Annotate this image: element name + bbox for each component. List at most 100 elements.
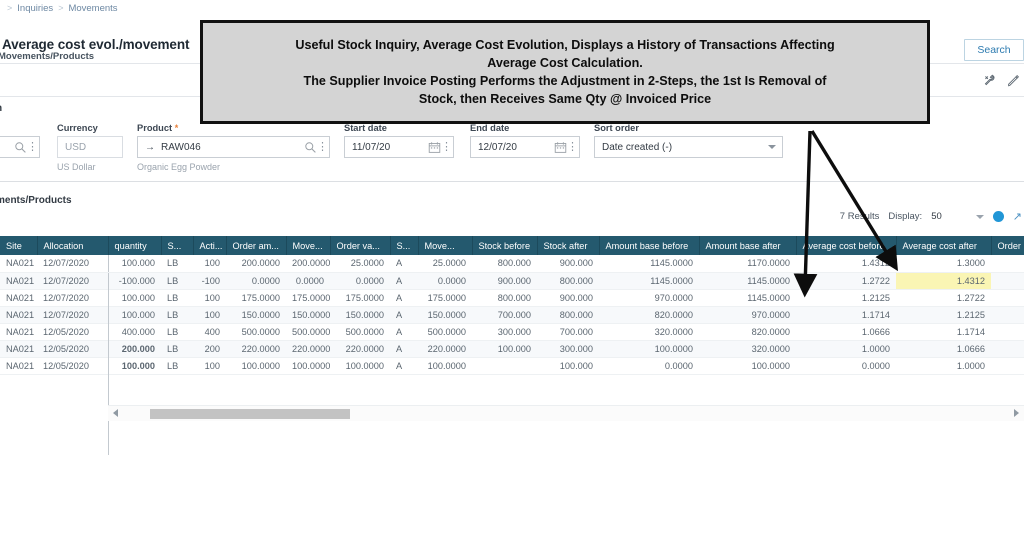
breadcrumb-item-inquiries[interactable]: Inquiries — [17, 3, 53, 14]
col-order-price[interactable]: Order price — [991, 236, 1024, 255]
table-row[interactable]: NA021 12/05/2020 200.000 LB 200 220.0000 220.0… — [0, 340, 1024, 358]
cell-avg-cost-after: 1.4312 — [896, 272, 991, 290]
col-movement-2[interactable]: Move... — [418, 236, 473, 255]
col-site[interactable]: Site — [0, 236, 38, 255]
col-amount-base-before[interactable]: Amount base before — [599, 236, 700, 255]
table-row[interactable]: NA021 12/07/2020 100.000 LB 100 175.0000 175.0… — [0, 289, 1024, 307]
cell-stock-after: 800.000 — [537, 306, 599, 324]
search-icon[interactable] — [14, 141, 27, 154]
field-product-menu-icon[interactable]: ⋮ — [317, 141, 328, 152]
pencil-icon[interactable] — [1007, 74, 1020, 87]
annotation-line-4: Stock, then Receives Same Qty @ Invoiced… — [418, 92, 712, 107]
table-row[interactable]: NA021 12/05/2020 100.000 LB 100 100.0000 100.0… — [0, 357, 1024, 375]
col-action[interactable]: Acti... — [193, 236, 227, 255]
scroll-right-arrow-icon[interactable] — [1014, 409, 1019, 417]
col-order-amount[interactable]: Order am... — [226, 236, 287, 255]
cell-amount-base-after: 1145.0000 — [699, 272, 796, 290]
cell-order-amount: 0.0000 — [226, 272, 286, 290]
cell-status: A — [390, 323, 418, 341]
calendar-icon[interactable] — [554, 141, 567, 154]
results-summary-bar: 7 Results Display: 50 ↗ — [840, 210, 1022, 223]
field-end-date-menu-icon[interactable]: ⋮ — [567, 141, 578, 152]
search-button[interactable]: Search — [964, 39, 1024, 61]
col-stock-after[interactable]: Stock after — [537, 236, 600, 255]
col-average-cost-after[interactable]: Average cost after — [896, 236, 992, 255]
cell-avg-cost-before: 1.1714 — [796, 306, 896, 324]
col-order-value[interactable]: Order va... — [330, 236, 391, 255]
field-partial-left-menu-icon[interactable]: ⋮ — [27, 141, 38, 152]
cell-avg-cost-before: 1.2125 — [796, 289, 896, 307]
field-currency: Currency USD US Dollar — [57, 123, 123, 172]
cell-order-value: 0.0000 — [330, 272, 390, 290]
table-row[interactable]: NA021 12/05/2020 400.000 LB 400 500.0000 500.0… — [0, 323, 1024, 341]
cell-movement2: 25.0000 — [418, 255, 472, 273]
cell-movement: 100.0000 — [286, 357, 330, 375]
cell-unit: LB — [161, 340, 193, 358]
col-average-cost-before[interactable]: Average cost before — [796, 236, 897, 255]
table-header-row: Site Allocation quantity S... Acti... Or… — [0, 236, 1024, 255]
cell-avg-cost-before: 1.0666 — [796, 323, 896, 341]
field-start-date-control[interactable]: 11/07/20 ⋮ — [344, 136, 454, 158]
wrench-icon[interactable] — [983, 74, 996, 87]
chevron-down-icon[interactable] — [768, 145, 776, 149]
cell-movement2: 175.0000 — [418, 289, 472, 307]
cell-amount-base-before: 1145.0000 — [599, 272, 699, 290]
cell-movement2: 0.0000 — [418, 272, 472, 290]
cell-site: NA021 — [0, 289, 37, 307]
cell-avg-cost-after: 1.0000 — [896, 357, 991, 375]
chevron-down-icon[interactable] — [975, 214, 984, 219]
field-end-date: End date 12/07/20 ⋮ — [470, 123, 580, 158]
field-currency-value: USD — [65, 141, 87, 153]
scroll-left-arrow-icon[interactable] — [113, 409, 118, 417]
col-unit[interactable]: S... — [161, 236, 194, 255]
scrollbar-thumb[interactable] — [150, 409, 350, 419]
field-partial-left-control[interactable]: ⋮ — [0, 136, 40, 158]
expand-icon[interactable]: ↗ — [1013, 210, 1022, 223]
display-value[interactable]: 50 — [931, 211, 942, 222]
cell-movement: 500.0000 — [286, 323, 330, 341]
cell-unit: LB — [161, 272, 193, 290]
table-row[interactable]: NA021 12/07/2020 100.000 LB 100 200.0000 200.0… — [0, 255, 1024, 273]
cell-avg-cost-after: 1.2125 — [896, 306, 991, 324]
cell-amount-base-before: 820.0000 — [599, 306, 699, 324]
field-currency-control[interactable]: USD — [57, 136, 123, 158]
cell-allocation: 12/07/2020 — [37, 272, 109, 290]
cell-order-value: 25.0000 — [330, 255, 390, 273]
calendar-icon[interactable] — [428, 141, 441, 154]
cell-quantity: 200.000 — [108, 340, 161, 358]
cell-amount-base-after: 100.0000 — [699, 357, 796, 375]
cell-stock-before — [472, 357, 537, 375]
cell-stock-before: 100.000 — [472, 340, 537, 358]
cell-allocation: 12/05/2020 — [37, 323, 109, 341]
col-quantity[interactable]: quantity — [108, 236, 162, 255]
field-sort-order-label: Sort order — [594, 123, 639, 133]
col-status[interactable]: S... — [390, 236, 419, 255]
col-amount-base-after[interactable]: Amount base after — [699, 236, 797, 255]
cell-movement: 200.0000 — [286, 255, 330, 273]
field-end-date-control[interactable]: 12/07/20 ⋮ — [470, 136, 580, 158]
cell-status: A — [390, 306, 418, 324]
criteria-section-label: n — [0, 103, 2, 114]
table-row[interactable]: NA021 12/07/2020 100.000 LB 100 150.0000 150.0… — [0, 306, 1024, 324]
cell-unit: LB — [161, 255, 193, 273]
cell-amount-base-before: 970.0000 — [599, 289, 699, 307]
col-movement[interactable]: Move... — [286, 236, 331, 255]
cell-quantity: 100.000 — [108, 255, 161, 273]
field-sort-order-control[interactable]: Date created (-) — [594, 136, 783, 158]
settings-dot-icon[interactable] — [992, 211, 1004, 222]
table-row[interactable]: NA021 12/07/2020 -100.000 LB -100 0.0000 0.000… — [0, 272, 1024, 290]
field-sort-order: Sort order Date created (-) — [594, 123, 783, 158]
goto-arrow-icon[interactable]: → — [145, 142, 155, 153]
cell-amount-base-before: 1145.0000 — [599, 255, 699, 273]
col-stock-before[interactable]: Stock before — [472, 236, 538, 255]
field-start-date-menu-icon[interactable]: ⋮ — [441, 141, 452, 152]
horizontal-scrollbar[interactable] — [108, 405, 1024, 421]
cell-unit: LB — [161, 289, 193, 307]
col-allocation[interactable]: Allocation — [37, 236, 109, 255]
field-currency-hint: US Dollar — [57, 162, 96, 172]
breadcrumb-item-movements[interactable]: Movements — [68, 3, 117, 14]
cell-order-value: 220.0000 — [330, 340, 390, 358]
field-end-date-value: 12/07/20 — [478, 141, 517, 153]
field-product-control[interactable]: → RAW046 ⋮ — [137, 136, 330, 158]
search-icon[interactable] — [304, 141, 317, 154]
